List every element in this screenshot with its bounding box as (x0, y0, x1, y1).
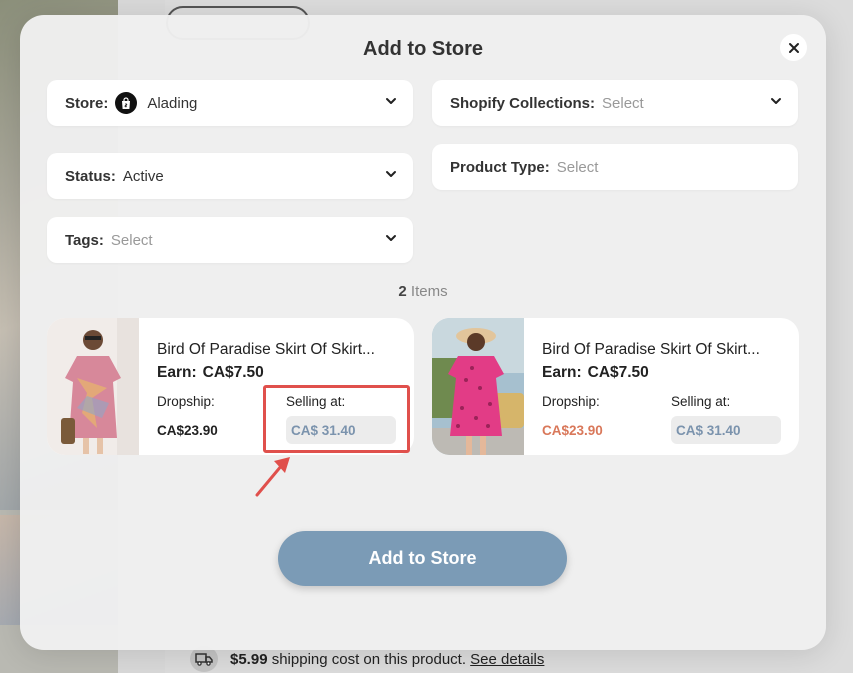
product-image (47, 318, 139, 455)
see-details-link[interactable]: See details (470, 651, 544, 668)
status-label: Status: (65, 167, 116, 185)
product-title: Bird Of Paradise Skirt Of Skirt... (157, 341, 375, 358)
shipping-description: shipping cost on this product. (267, 650, 471, 668)
highlight-box (263, 385, 410, 453)
earn-value: CA$7.50 (202, 364, 264, 381)
collections-placeholder: Select (602, 94, 644, 112)
items-count-number: 2 (398, 283, 407, 300)
earn-row: Earn: CA$7.50 (157, 364, 264, 382)
earn-label: Earn: (542, 364, 582, 381)
items-count-label: Items (406, 283, 448, 300)
status-select[interactable]: Status: Active (47, 153, 413, 199)
selling-label: Selling at: (671, 394, 731, 409)
product-type-placeholder: Select (556, 158, 599, 176)
product-card: Bird Of Paradise Skirt Of Skirt... Earn:… (432, 318, 799, 455)
tags-placeholder: Select (110, 231, 153, 249)
tags-select[interactable]: Tags: Select (47, 217, 413, 263)
store-select[interactable]: Store: Alading (47, 80, 413, 126)
chevron-down-icon (771, 98, 781, 104)
dropship-price: CA$23.90 (157, 423, 218, 438)
chevron-down-icon (386, 235, 396, 241)
shipping-text: $5.99 shipping cost on this product. See… (230, 651, 544, 668)
earn-value: CA$7.50 (587, 364, 649, 381)
product-type-label: Product Type: (450, 158, 550, 176)
add-to-store-button[interactable]: Add to Store (278, 531, 567, 586)
dropship-label: Dropship: (157, 394, 215, 409)
earn-row: Earn: CA$7.50 (542, 364, 649, 382)
dropship-price: CA$23.90 (542, 423, 603, 438)
shipping-price: $5.99 (230, 650, 268, 668)
earn-label: Earn: (157, 364, 197, 381)
status-value: Active (122, 167, 164, 185)
chevron-down-icon (386, 98, 396, 104)
collections-select[interactable]: Shopify Collections: Select (432, 80, 798, 126)
collections-label: Shopify Collections: (450, 94, 596, 112)
product-title: Bird Of Paradise Skirt Of Skirt... (542, 341, 760, 358)
store-value: Alading (147, 94, 198, 112)
tags-label: Tags: (65, 231, 104, 249)
items-count: 2 Items (20, 283, 826, 300)
product-image (432, 318, 524, 455)
chevron-down-icon (386, 171, 396, 177)
dropship-label: Dropship: (542, 394, 600, 409)
store-label: Store: (65, 94, 109, 112)
shopify-bag-icon (115, 92, 138, 114)
product-type-input[interactable]: Product Type: Select (432, 144, 798, 190)
annotation-arrow-icon (255, 457, 290, 497)
add-to-store-modal: Add to Store Store: Alading Shopify Coll… (20, 15, 826, 650)
modal-title: Add to Store (363, 38, 483, 60)
close-icon (788, 42, 799, 53)
selling-price-input[interactable] (671, 416, 781, 444)
close-button[interactable] (780, 34, 807, 61)
